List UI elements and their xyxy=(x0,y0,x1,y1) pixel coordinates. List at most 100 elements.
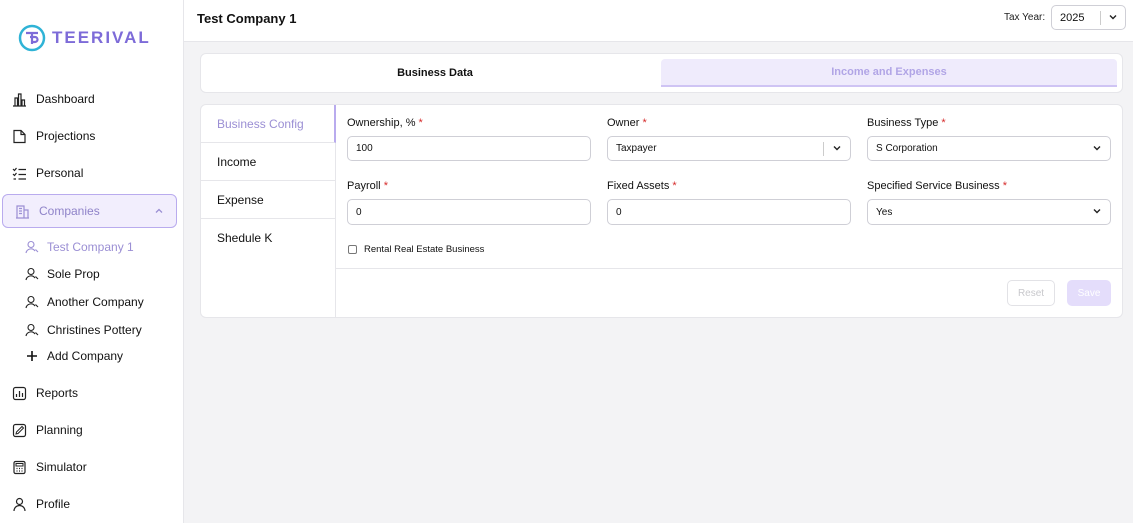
business-config-card: Business Config Income Expense Shedule K… xyxy=(200,104,1123,318)
ownership-input[interactable]: 100 xyxy=(347,136,591,161)
user-outline-icon xyxy=(24,322,40,338)
owner-select[interactable]: Taxpayer xyxy=(607,136,851,161)
tab-income-expenses[interactable]: Income and Expenses xyxy=(661,59,1117,87)
owner-value: Taxpayer xyxy=(616,143,657,154)
payroll-label: Payroll * xyxy=(347,180,388,192)
company-item[interactable]: Another Company xyxy=(24,291,144,313)
company-item-label: Test Company 1 xyxy=(47,240,134,254)
reset-button[interactable]: Reset xyxy=(1007,280,1055,306)
side-tab-income[interactable]: Income xyxy=(201,143,335,181)
nav-reports[interactable]: Reports xyxy=(10,379,78,407)
form-divider xyxy=(336,268,1122,269)
user-icon xyxy=(10,495,28,513)
payroll-input[interactable]: 0 xyxy=(347,199,591,225)
business-type-select[interactable]: S Corporation xyxy=(867,136,1111,161)
company-item-label: Another Company xyxy=(47,295,144,309)
required-mark: * xyxy=(672,180,677,192)
nav-simulator[interactable]: Simulator xyxy=(10,453,87,481)
specified-service-value: Yes xyxy=(876,206,893,218)
specified-service-label-text: Specified Service Business xyxy=(867,180,1000,192)
nav-companies[interactable]: Companies xyxy=(2,194,177,228)
business-type-value: S Corporation xyxy=(876,143,938,154)
calculator-icon xyxy=(10,458,28,476)
chart-bars-icon xyxy=(10,90,28,108)
rental-real-estate-row[interactable]: Rental Real Estate Business xyxy=(348,244,484,255)
chevron-down-icon[interactable] xyxy=(1091,142,1103,157)
specified-service-label: Specified Service Business * xyxy=(867,180,1007,192)
nav-planning-label: Planning xyxy=(36,423,83,437)
report-chart-icon xyxy=(10,384,28,402)
side-tab-expense[interactable]: Expense xyxy=(201,181,335,219)
company-item[interactable]: Christines Pottery xyxy=(24,319,142,341)
top-bar: Test Company 1 Tax Year: 2025 xyxy=(184,0,1133,42)
select-divider xyxy=(1100,11,1101,25)
ownership-value: 100 xyxy=(356,143,373,154)
nav-dashboard-label: Dashboard xyxy=(36,92,95,106)
company-item-label: Sole Prop xyxy=(47,267,100,281)
required-mark: * xyxy=(1002,180,1008,192)
ownership-label: Ownership, % * xyxy=(347,117,423,129)
side-tab-list: Business Config Income Expense Shedule K xyxy=(201,105,336,317)
business-type-label: Business Type * xyxy=(867,117,946,129)
required-mark: * xyxy=(418,117,423,129)
rental-real-estate-label: Rental Real Estate Business xyxy=(364,244,485,255)
payroll-value: 0 xyxy=(356,206,362,218)
building-icon xyxy=(13,202,31,220)
nav-simulator-label: Simulator xyxy=(36,460,87,474)
save-button[interactable]: Save xyxy=(1067,280,1111,306)
company-item-label: Christines Pottery xyxy=(47,323,142,337)
rental-real-estate-checkbox[interactable] xyxy=(348,245,357,254)
chevron-down-icon[interactable] xyxy=(1107,11,1119,26)
tax-year-select[interactable]: 2025 xyxy=(1051,5,1126,30)
chevron-down-icon[interactable] xyxy=(1091,205,1103,220)
section-tabs: Business Data Income and Expenses xyxy=(200,53,1123,93)
nav-reports-label: Reports xyxy=(36,386,79,400)
company-item[interactable]: Sole Prop xyxy=(24,263,100,285)
business-type-label-text: Business Type xyxy=(867,117,939,129)
side-tab-schedule-k[interactable]: Shedule K xyxy=(201,219,335,257)
required-mark: * xyxy=(383,180,388,192)
nav-profile-label: Profile xyxy=(36,497,71,511)
select-divider xyxy=(823,142,824,156)
plus-icon xyxy=(24,348,40,364)
required-mark: * xyxy=(642,117,647,129)
owner-label: Owner * xyxy=(607,117,647,129)
nav-planning[interactable]: Planning xyxy=(10,416,83,444)
add-company-button[interactable]: Add Company xyxy=(24,345,123,367)
add-company-label: Add Company xyxy=(47,349,124,363)
nav-projections[interactable]: Projections xyxy=(10,122,95,150)
chevron-up-icon[interactable] xyxy=(154,205,164,219)
nav-profile[interactable]: Profile xyxy=(10,490,70,518)
nav-personal-label: Personal xyxy=(36,166,84,180)
specified-service-select[interactable]: Yes xyxy=(867,199,1111,225)
tax-year-value: 2025 xyxy=(1060,11,1085,24)
nav-companies-label: Companies xyxy=(39,204,100,218)
user-outline-icon xyxy=(24,239,40,255)
fixed-assets-label: Fixed Assets * xyxy=(607,180,677,192)
user-outline-icon xyxy=(24,266,40,282)
ownership-label-text: Ownership, % xyxy=(347,117,416,129)
tax-year-label: Tax Year: xyxy=(1004,12,1046,23)
brand-name: TEERIVAL xyxy=(52,28,151,47)
required-mark: * xyxy=(941,117,946,129)
sidebar: TEERIVAL Dashboard Projections Personal … xyxy=(0,0,184,523)
nav-dashboard[interactable]: Dashboard xyxy=(10,85,95,113)
nav-personal[interactable]: Personal xyxy=(10,159,83,187)
side-tab-business-config[interactable]: Business Config xyxy=(201,105,336,143)
fixed-assets-label-text: Fixed Assets xyxy=(607,180,670,192)
chevron-down-icon[interactable] xyxy=(831,142,843,157)
fixed-assets-input[interactable]: 0 xyxy=(607,199,851,225)
brand-logo[interactable]: TEERIVAL xyxy=(18,24,151,52)
company-item[interactable]: Test Company 1 xyxy=(24,236,134,258)
logo-mark-icon xyxy=(18,24,46,52)
checklist-icon xyxy=(10,164,28,182)
payroll-label-text: Payroll xyxy=(347,180,381,192)
nav-projections-label: Projections xyxy=(36,129,96,143)
owner-label-text: Owner xyxy=(607,117,640,129)
page-title: Test Company 1 xyxy=(197,11,297,26)
document-icon xyxy=(10,127,28,145)
planning-pencil-icon xyxy=(10,421,28,439)
user-outline-icon xyxy=(24,294,40,310)
tab-business-data[interactable]: Business Data xyxy=(209,59,661,87)
fixed-assets-value: 0 xyxy=(616,206,622,218)
